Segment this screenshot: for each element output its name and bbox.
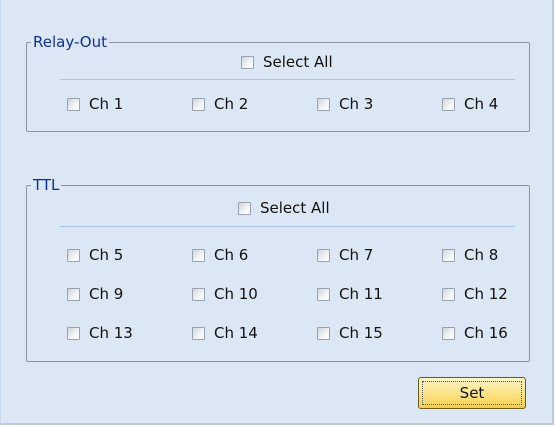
channel-label: Ch 11 bbox=[339, 285, 383, 303]
ttl-ch6-checkbox[interactable]: Ch 6 bbox=[192, 246, 248, 264]
channel-label: Ch 14 bbox=[214, 324, 258, 342]
checkbox-box[interactable] bbox=[442, 326, 455, 340]
checkbox-box[interactable] bbox=[67, 97, 80, 111]
channel-label: Ch 9 bbox=[89, 285, 124, 303]
channel-label: Ch 7 bbox=[339, 246, 374, 264]
channel-label: Ch 8 bbox=[464, 246, 499, 264]
ttl-ch13-checkbox[interactable]: Ch 13 bbox=[67, 324, 133, 342]
ttl-select-all-checkbox[interactable]: Select All bbox=[238, 199, 330, 217]
ttl-title: TTL bbox=[33, 176, 60, 194]
ttl-select-all-label: Select All bbox=[260, 199, 330, 217]
checkbox-box[interactable] bbox=[442, 97, 455, 111]
ttl-ch10-checkbox[interactable]: Ch 10 bbox=[192, 285, 258, 303]
checkbox-box[interactable] bbox=[192, 326, 205, 340]
ttl-ch8-checkbox[interactable]: Ch 8 bbox=[442, 246, 498, 264]
checkbox-box[interactable] bbox=[317, 326, 330, 340]
checkbox-box[interactable] bbox=[192, 287, 205, 301]
ttl-ch16-checkbox[interactable]: Ch 16 bbox=[442, 324, 508, 342]
checkbox-box[interactable] bbox=[442, 287, 455, 301]
checkbox-box[interactable] bbox=[67, 326, 80, 340]
checkbox-box[interactable] bbox=[317, 97, 330, 111]
ttl-ch5-checkbox[interactable]: Ch 5 bbox=[67, 246, 123, 264]
relay-out-group: Relay-Out bbox=[26, 33, 530, 132]
channel-label: Ch 2 bbox=[214, 95, 249, 113]
checkbox-box[interactable] bbox=[67, 248, 80, 262]
channel-label: Ch 6 bbox=[214, 246, 249, 264]
checkbox-box[interactable] bbox=[67, 287, 80, 301]
relay-separator bbox=[60, 79, 515, 80]
ttl-ch15-checkbox[interactable]: Ch 15 bbox=[317, 324, 383, 342]
ttl-ch7-checkbox[interactable]: Ch 7 bbox=[317, 246, 373, 264]
channel-label: Ch 10 bbox=[214, 285, 258, 303]
checkbox-box[interactable] bbox=[241, 55, 254, 69]
checkbox-box[interactable] bbox=[238, 201, 251, 215]
relay-out-title: Relay-Out bbox=[33, 33, 107, 51]
channel-label: Ch 3 bbox=[339, 95, 374, 113]
relay-select-all-checkbox[interactable]: Select All bbox=[241, 53, 333, 71]
ttl-ch9-checkbox[interactable]: Ch 9 bbox=[67, 285, 123, 303]
checkbox-box[interactable] bbox=[192, 248, 205, 262]
relay-select-all-label: Select All bbox=[263, 53, 333, 71]
relay-ch4-checkbox[interactable]: Ch 4 bbox=[442, 95, 498, 113]
checkbox-box[interactable] bbox=[192, 97, 205, 111]
set-button[interactable]: Set bbox=[418, 377, 526, 409]
ttl-separator bbox=[60, 226, 515, 227]
checkbox-box[interactable] bbox=[317, 248, 330, 262]
ttl-ch12-checkbox[interactable]: Ch 12 bbox=[442, 285, 508, 303]
channel-label: Ch 16 bbox=[464, 324, 508, 342]
channel-label: Ch 1 bbox=[89, 95, 124, 113]
channel-label: Ch 15 bbox=[339, 324, 383, 342]
relay-ch3-checkbox[interactable]: Ch 3 bbox=[317, 95, 373, 113]
focus-rect bbox=[422, 381, 522, 405]
ttl-ch11-checkbox[interactable]: Ch 11 bbox=[317, 285, 383, 303]
ttl-ch14-checkbox[interactable]: Ch 14 bbox=[192, 324, 258, 342]
channel-label: Ch 12 bbox=[464, 285, 508, 303]
checkbox-box[interactable] bbox=[317, 287, 330, 301]
relay-ch1-checkbox[interactable]: Ch 1 bbox=[67, 95, 123, 113]
checkbox-box[interactable] bbox=[442, 248, 455, 262]
channel-label: Ch 4 bbox=[464, 95, 499, 113]
channel-label: Ch 5 bbox=[89, 246, 124, 264]
relay-ch2-checkbox[interactable]: Ch 2 bbox=[192, 95, 248, 113]
channel-label: Ch 13 bbox=[89, 324, 133, 342]
